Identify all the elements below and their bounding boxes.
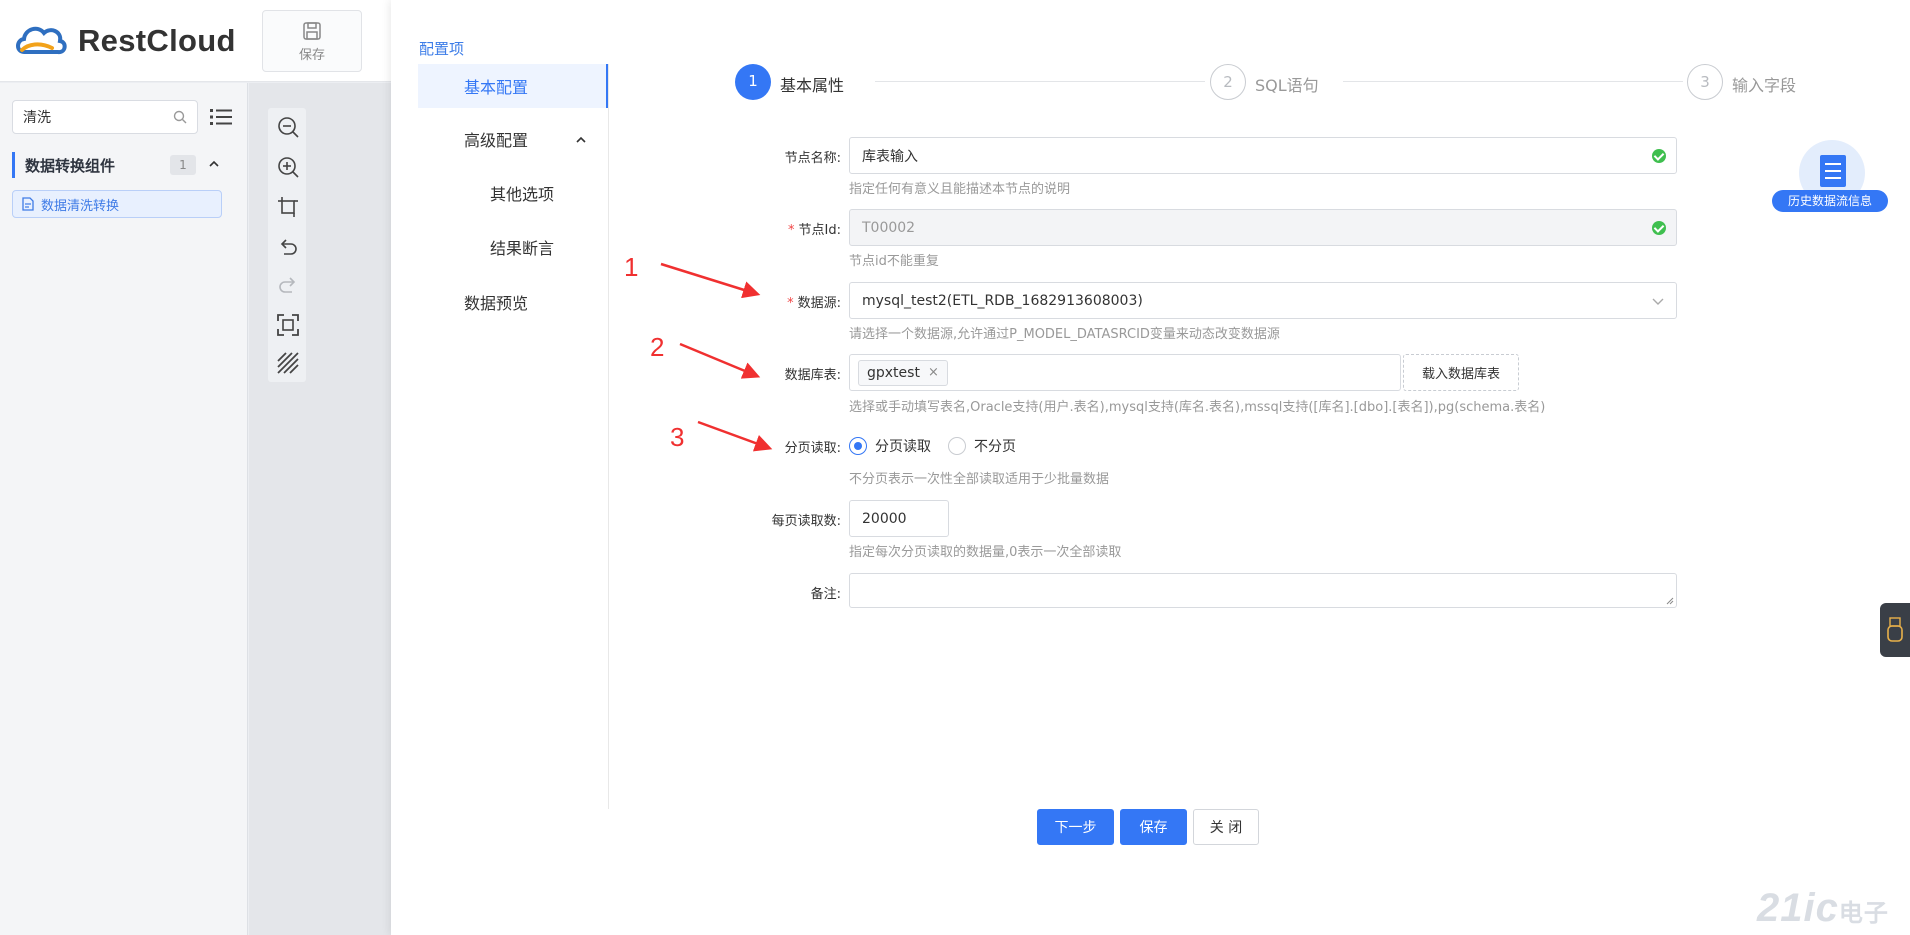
annotation-arrows bbox=[660, 262, 773, 452]
node-name-label: 节点名称: bbox=[784, 151, 841, 166]
page-size-help: 指定每次分页读取的数据量,0表示一次全部读取 bbox=[849, 545, 1122, 560]
nav-result-assertion[interactable]: 结果断言 bbox=[418, 225, 609, 269]
step-connector bbox=[875, 81, 1205, 82]
full-screen-icon[interactable] bbox=[277, 314, 299, 336]
usb-icon bbox=[1887, 617, 1903, 642]
node-name-help: 指定任何有意义且能描述本节点的说明 bbox=[849, 182, 1071, 197]
step-3-label[interactable]: 输入字段 bbox=[1732, 72, 1796, 96]
step-1-circle[interactable]: 1 bbox=[735, 64, 771, 100]
canvas-toolbar bbox=[268, 108, 306, 382]
node-id-label: * 节点Id: bbox=[691, 219, 841, 238]
node-config-drawer: 配置项 基本配置 高级配置 其他选项 结果断言 数据预览 1 基本属性 2 SQ… bbox=[391, 0, 1910, 935]
resize-handle-icon[interactable] bbox=[1666, 597, 1674, 605]
side-assistant-tab[interactable] bbox=[1880, 603, 1910, 657]
save-button[interactable]: 保存 bbox=[1120, 809, 1187, 845]
node-name-input[interactable]: 库表输入 bbox=[849, 137, 1677, 174]
step-connector bbox=[1343, 81, 1683, 82]
check-circle-icon bbox=[1652, 149, 1666, 163]
step-1-label[interactable]: 基本属性 bbox=[780, 72, 844, 96]
remark-textarea[interactable] bbox=[849, 573, 1677, 608]
brand-name: RestCloud bbox=[78, 23, 236, 58]
nav-label: 基本配置 bbox=[464, 78, 529, 97]
step-2-circle[interactable]: 2 bbox=[1210, 64, 1246, 100]
grid-pattern-icon[interactable] bbox=[277, 352, 299, 374]
annotation-1: 1 bbox=[624, 252, 639, 282]
component-doc-icon bbox=[22, 197, 34, 211]
search-input[interactable] bbox=[23, 109, 163, 125]
page-size-input[interactable]: 20000 bbox=[849, 500, 949, 537]
nav-other-options[interactable]: 其他选项 bbox=[418, 171, 609, 215]
logo: RestCloud bbox=[14, 22, 236, 60]
node-name-value: 库表输入 bbox=[862, 148, 918, 165]
fit-view-icon[interactable] bbox=[277, 196, 299, 218]
arrow-to-paging bbox=[697, 420, 773, 452]
nav-label: 高级配置 bbox=[464, 131, 529, 150]
toolbar-save-button[interactable]: 保存 bbox=[262, 10, 362, 72]
component-item-label: 数据清洗转换 bbox=[41, 198, 120, 214]
component-search[interactable] bbox=[12, 100, 198, 134]
save-icon bbox=[303, 21, 321, 40]
node-id-label-text: 节点Id: bbox=[798, 223, 841, 238]
nav-basic-config[interactable]: 基本配置 bbox=[418, 64, 609, 108]
check-circle-icon bbox=[1652, 221, 1666, 235]
document-list-icon bbox=[1820, 155, 1846, 187]
paging-help: 不分页表示一次性全部读取适用于少批量数据 bbox=[849, 472, 1110, 487]
history-flow-widget[interactable]: 历史数据流信息 bbox=[1772, 140, 1888, 212]
next-step-button[interactable]: 下一步 bbox=[1037, 809, 1114, 845]
load-tables-button[interactable]: 载入数据库表 bbox=[1403, 354, 1519, 391]
nav-data-preview[interactable]: 数据预览 bbox=[418, 280, 609, 324]
top-bar: RestCloud 保存 bbox=[0, 0, 391, 82]
watermark: 21ic电子网 bbox=[1757, 886, 1910, 935]
node-id-value: T00002 bbox=[862, 219, 916, 236]
datasource-select[interactable]: mysql_test2(ETL_RDB_1682913608003) bbox=[849, 282, 1677, 319]
wizard-steps: 1 基本属性 2 SQL语句 3 输入字段 bbox=[735, 64, 1910, 100]
chevron-up-icon[interactable] bbox=[208, 159, 220, 169]
arrow-to-datasource bbox=[660, 262, 761, 299]
step-3-circle[interactable]: 3 bbox=[1687, 64, 1723, 100]
arrow-to-db-table bbox=[679, 342, 761, 379]
chevron-up-icon bbox=[576, 136, 586, 143]
toolbar-save-label: 保存 bbox=[298, 47, 325, 63]
list-view-icon[interactable] bbox=[210, 107, 232, 127]
remark-label: 备注: bbox=[810, 587, 841, 602]
nav-label: 其他选项 bbox=[490, 185, 555, 204]
page-size-value: 20000 bbox=[862, 510, 907, 527]
component-item-data-clean[interactable]: 数据清洗转换 bbox=[12, 190, 222, 218]
group-count-badge: 1 bbox=[170, 155, 196, 175]
config-title: 配置项 bbox=[419, 40, 465, 58]
step-2-label[interactable]: SQL语句 bbox=[1255, 72, 1319, 96]
required-mark: * bbox=[788, 223, 795, 238]
watermark-main: 21ic bbox=[1757, 886, 1839, 930]
paging-off-label: 不分页 bbox=[974, 439, 1016, 455]
nav-divider bbox=[608, 64, 609, 809]
nav-advanced-config[interactable]: 高级配置 bbox=[418, 117, 609, 161]
zoom-out-icon[interactable] bbox=[277, 116, 299, 138]
nav-label: 数据预览 bbox=[464, 294, 529, 313]
close-button[interactable]: 关 闭 bbox=[1193, 809, 1259, 845]
nav-label: 结果断言 bbox=[490, 239, 555, 258]
redo-icon[interactable] bbox=[277, 274, 299, 296]
zoom-in-icon[interactable] bbox=[277, 156, 299, 178]
component-panel: 数据转换组件 1 数据清洗转换 bbox=[0, 83, 248, 935]
search-icon[interactable] bbox=[173, 110, 187, 124]
chevron-down-icon bbox=[1652, 298, 1664, 305]
node-id-input[interactable]: T00002 bbox=[849, 209, 1677, 246]
history-label: 历史数据流信息 bbox=[1772, 190, 1888, 212]
page-size-label: 每页读取数: bbox=[771, 514, 841, 529]
undo-icon[interactable] bbox=[277, 236, 299, 258]
cloud-logo-icon bbox=[16, 26, 67, 54]
